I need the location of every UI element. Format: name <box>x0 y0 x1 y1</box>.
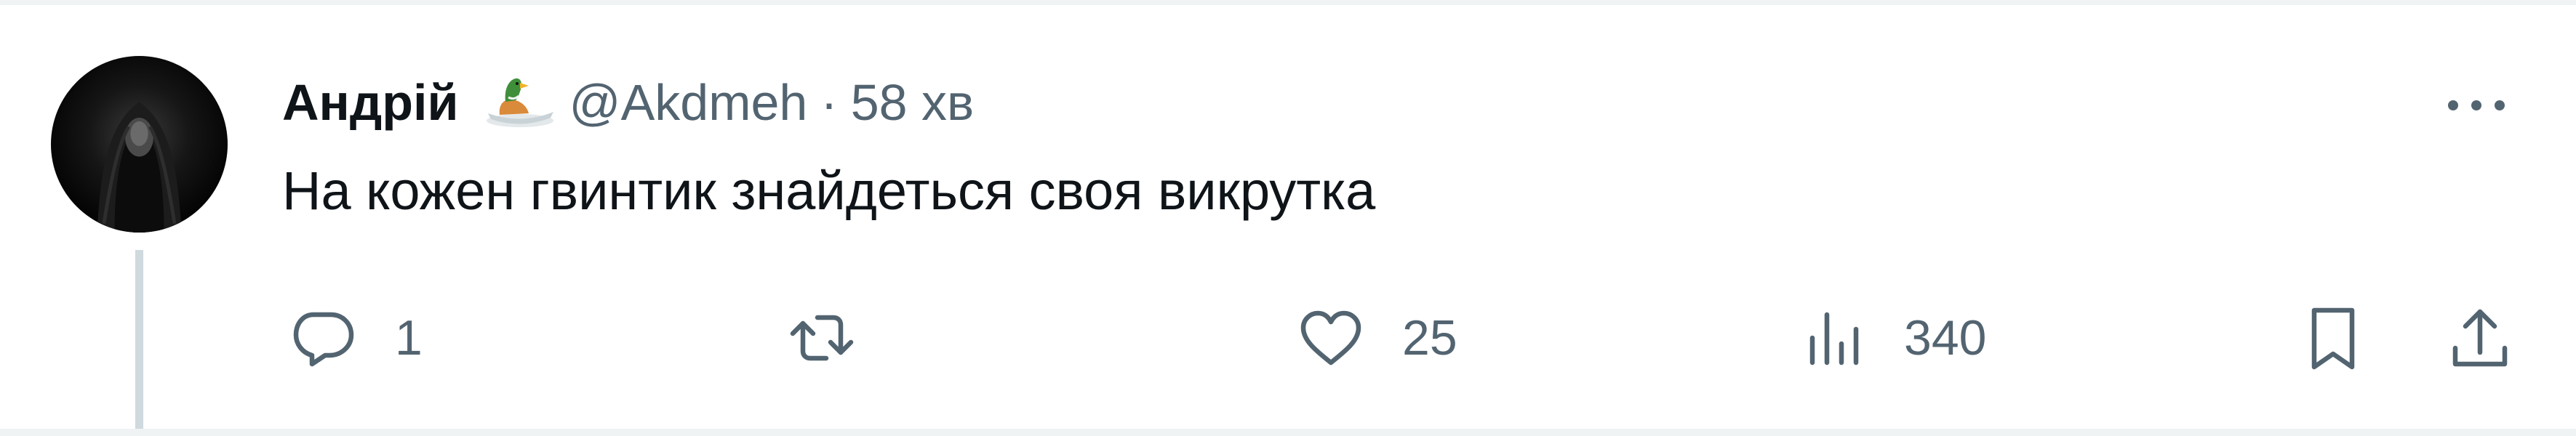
more-dots-icon <box>2448 100 2505 110</box>
bookmark-icon <box>2311 307 2355 370</box>
bottom-divider <box>0 429 2576 436</box>
header-separator: · <box>820 74 838 131</box>
views-count: 340 <box>1904 310 1987 366</box>
views-chart-icon <box>1809 312 1859 366</box>
reply-count: 1 <box>395 310 423 366</box>
like-button[interactable]: 25 <box>1295 302 1457 374</box>
retweet-button[interactable] <box>785 302 858 374</box>
avatar-image <box>97 102 182 233</box>
retweet-icon <box>790 315 854 361</box>
top-divider <box>0 0 2576 5</box>
tweet-page: Андрій @Akdmeh · 58 хв На кожен гвинтик … <box>0 0 2576 436</box>
views-button[interactable]: 340 <box>1796 302 1986 374</box>
tweet-header: Андрій @Akdmeh · 58 хв <box>282 62 974 142</box>
tweet-actions-bar: 1 25 340 <box>0 302 2576 374</box>
reply-button[interactable]: 1 <box>287 302 423 374</box>
tweet-text: На кожен гвинтик знайдеться своя викрутк… <box>282 161 1376 221</box>
tweet-timestamp[interactable]: 58 хв <box>851 73 975 132</box>
avatar[interactable] <box>51 56 228 233</box>
more-options-button[interactable] <box>2436 76 2516 134</box>
author-name[interactable]: Андрій <box>282 73 459 132</box>
share-button[interactable] <box>2444 302 2516 374</box>
heart-icon <box>1300 310 1361 366</box>
share-icon <box>2452 309 2508 367</box>
bookmark-button[interactable] <box>2297 302 2369 374</box>
duck-emoji-badge-icon <box>478 73 556 132</box>
reply-icon <box>293 312 354 367</box>
author-handle[interactable]: @Akdmeh <box>569 73 808 132</box>
like-count: 25 <box>1402 310 1457 366</box>
